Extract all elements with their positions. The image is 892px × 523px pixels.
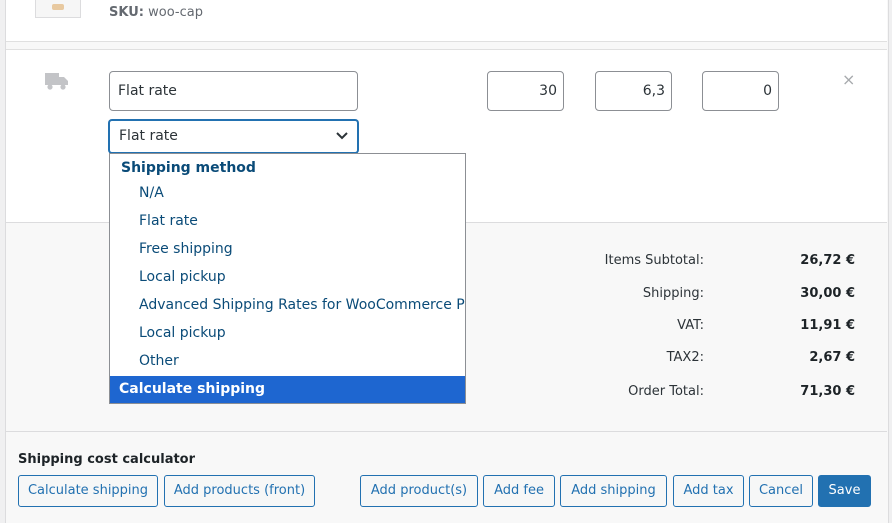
- add-products-button[interactable]: Add product(s): [360, 475, 478, 507]
- dropdown-option-highlighted[interactable]: Calculate shipping: [110, 376, 465, 403]
- shipping-tax1-input[interactable]: 6,3: [595, 71, 672, 111]
- totals-label: Items Subtotal:: [604, 253, 704, 268]
- add-tax-button[interactable]: Add tax: [673, 475, 744, 507]
- totals-value: 71,30 €: [800, 384, 855, 399]
- chevron-down-icon: [336, 132, 348, 140]
- dropdown-option[interactable]: Flat rate: [139, 213, 198, 229]
- dropdown-option[interactable]: Other: [139, 353, 179, 369]
- shipping-method-select[interactable]: Flat rate: [109, 120, 358, 153]
- dropdown-option[interactable]: Free shipping: [139, 241, 233, 257]
- calculate-shipping-button[interactable]: Calculate shipping: [18, 475, 158, 507]
- totals-value: 11,91 €: [800, 318, 855, 333]
- shipping-cost-input[interactable]: 30: [487, 71, 564, 111]
- shipping-name-input[interactable]: Flat rate: [109, 71, 358, 111]
- dropdown-option[interactable]: Local pickup: [139, 269, 226, 285]
- shipping-method-selected: Flat rate: [119, 128, 178, 144]
- shipping-method-dropdown: Shipping method N/A Flat rate Free shipp…: [109, 153, 466, 404]
- sku-label: SKU:: [109, 5, 144, 20]
- save-button[interactable]: Save: [818, 475, 871, 507]
- dropdown-option[interactable]: N/A: [139, 185, 164, 201]
- product-sku: SKU: woo-cap: [109, 5, 203, 20]
- totals-label: VAT:: [677, 318, 704, 333]
- totals-value: 30,00 €: [800, 286, 855, 301]
- sku-value: woo-cap: [148, 5, 203, 20]
- totals-label: Order Total:: [628, 384, 704, 399]
- product-thumbnail: [35, 0, 81, 18]
- remove-shipping-icon[interactable]: ×: [842, 70, 855, 89]
- add-products-front-button[interactable]: Add products (front): [164, 475, 315, 507]
- truck-icon: [45, 73, 68, 90]
- totals-label: TAX2:: [666, 350, 704, 365]
- totals-value: 2,67 €: [809, 350, 855, 365]
- cancel-button[interactable]: Cancel: [749, 475, 813, 507]
- totals-label: Shipping:: [642, 286, 704, 301]
- totals-value: 26,72 €: [800, 253, 855, 268]
- section-divider: [6, 431, 887, 432]
- dropdown-option[interactable]: Local pickup: [139, 325, 226, 341]
- add-shipping-button[interactable]: Add shipping: [560, 475, 667, 507]
- add-fee-button[interactable]: Add fee: [483, 475, 555, 507]
- dropdown-option[interactable]: Advanced Shipping Rates for WooCommerce …: [139, 297, 465, 313]
- shipping-tax2-input[interactable]: 0: [702, 71, 779, 111]
- optgroup-label: Shipping method: [121, 160, 256, 176]
- calculator-title: Shipping cost calculator: [18, 452, 196, 467]
